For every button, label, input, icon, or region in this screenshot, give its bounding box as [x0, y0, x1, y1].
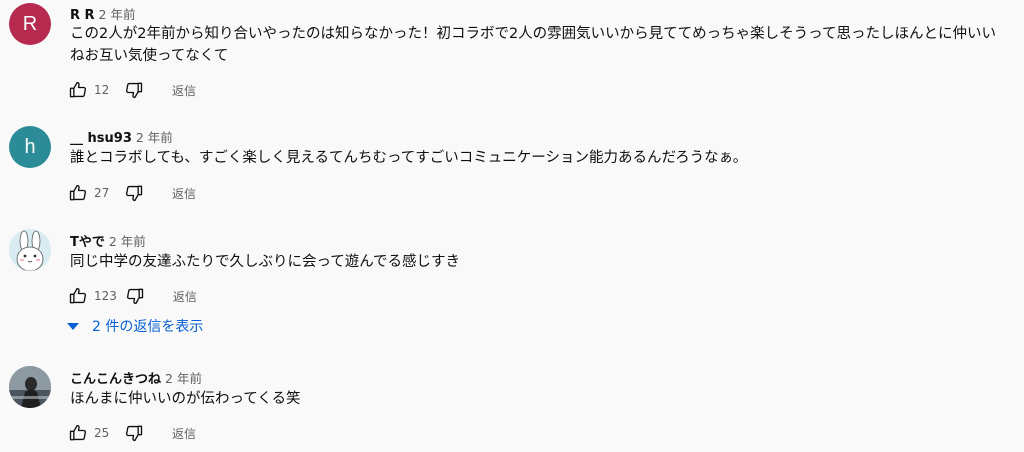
thumbs-up-icon[interactable] — [68, 286, 88, 306]
comment-actions: 123 返信 — [68, 286, 197, 306]
reply-button[interactable]: 返信 — [173, 288, 197, 305]
author-name[interactable]: Tやで — [70, 235, 105, 250]
view-replies-label: 2 件の返信を表示 — [92, 319, 204, 335]
like-count: 12 — [94, 83, 110, 97]
avatar-letter: R — [22, 12, 38, 35]
comment-text: この2人が2年前から知り合いやったのは知らなかった！初コラボで2人の雰囲気いいか… — [70, 26, 996, 64]
comment-text: ほんまに仲いいのが伝わってくる笑 — [70, 391, 301, 407]
thumbs-up-icon[interactable] — [68, 80, 88, 100]
comment-time[interactable]: 2 年前 — [99, 7, 136, 22]
comment-actions: 12 返信 — [68, 80, 196, 100]
avatar[interactable] — [9, 366, 51, 408]
like-count: 27 — [94, 186, 110, 200]
reply-button[interactable]: 返信 — [172, 82, 196, 99]
thumbs-down-icon[interactable] — [124, 423, 144, 443]
avatar[interactable]: R — [9, 3, 51, 45]
photo-avatar-image — [9, 366, 51, 408]
comment-time[interactable]: 2 年前 — [165, 371, 202, 386]
rabbit-avatar-image — [9, 229, 51, 271]
thumbs-down-icon[interactable] — [124, 80, 144, 100]
like-count: 123 — [94, 289, 117, 303]
thumbs-up-icon[interactable] — [68, 423, 88, 443]
comment-text: 同じ中学の友達ふたりで久しぶりに会って遊んでる感じすき — [70, 254, 461, 270]
thumbs-down-icon[interactable] — [124, 183, 144, 203]
triangle-down-icon — [67, 323, 79, 330]
comment-actions: 27 返信 — [68, 183, 196, 203]
comment-header: __ hsu93 2 年前 — [70, 127, 173, 146]
comment-header: R R 2 年前 — [70, 4, 135, 23]
view-replies-button[interactable]: 2 件の返信を表示 — [66, 316, 203, 336]
author-name[interactable]: R R — [70, 8, 95, 23]
reply-button[interactable]: 返信 — [172, 185, 196, 202]
thumbs-up-icon[interactable] — [68, 183, 88, 203]
comment-time[interactable]: 2 年前 — [109, 234, 146, 249]
thumbs-down-icon[interactable] — [125, 286, 145, 306]
avatar-letter: h — [24, 135, 36, 158]
author-name[interactable]: __ hsu93 — [70, 131, 132, 146]
reply-button[interactable]: 返信 — [172, 425, 196, 442]
author-name[interactable]: こんこんきつね — [70, 372, 161, 387]
like-count: 25 — [94, 426, 110, 440]
comment-actions: 25 返信 — [68, 423, 196, 443]
avatar[interactable]: h — [9, 126, 51, 168]
comment-time[interactable]: 2 年前 — [136, 130, 173, 145]
comment-text: 誰とコラボしても、すごく楽しく見えるてんちむってすごいコミュニケーション能力ある… — [70, 150, 748, 166]
comment-header: こんこんきつね 2 年前 — [70, 368, 202, 387]
comment-header: Tやで 2 年前 — [70, 231, 146, 250]
avatar[interactable] — [9, 229, 51, 271]
